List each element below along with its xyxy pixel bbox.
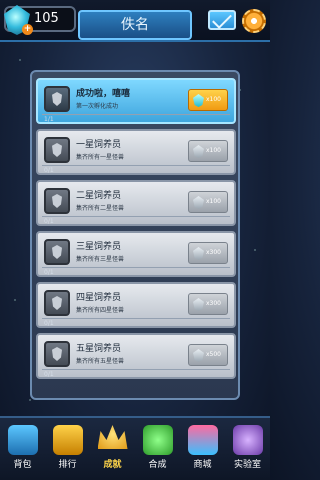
claim-reward-button[interactable]: x300 bbox=[188, 242, 228, 264]
add-gems-icon[interactable]: + bbox=[22, 24, 33, 35]
achievement-name: 三星饲养员 bbox=[76, 242, 122, 252]
badge-icon bbox=[44, 137, 70, 163]
nav-label: 背包 bbox=[13, 460, 32, 470]
achievement-desc: 集齐所有四星怪兽 bbox=[76, 307, 125, 314]
lab-icon bbox=[232, 425, 263, 455]
divider bbox=[42, 369, 230, 370]
bag-icon bbox=[7, 425, 38, 455]
achievement-item: 一星饲养员 集齐所有一星怪兽 0/1 x100 bbox=[36, 129, 236, 175]
achievement-item: 四星饲养员 集齐所有四星怪兽 0/1 x300 bbox=[36, 282, 236, 328]
divider bbox=[42, 267, 230, 268]
badge-icon bbox=[44, 290, 70, 316]
nav-label: 合成 bbox=[148, 460, 167, 470]
nav-label: 成就 bbox=[103, 460, 122, 470]
nav-label: 实验室 bbox=[233, 460, 261, 470]
gem-icon bbox=[193, 145, 204, 158]
achievement-item: 五星饲养员 集齐所有五星怪兽 0/1 x500 bbox=[36, 333, 236, 379]
reward-amount: x300 bbox=[206, 249, 222, 256]
reward-amount: x500 bbox=[206, 351, 222, 358]
gem-icon bbox=[193, 247, 204, 260]
achievement-progress: 0/1 bbox=[44, 320, 54, 327]
nav-item[interactable]: 合成 bbox=[135, 418, 180, 480]
claim-reward-button[interactable]: x300 bbox=[188, 293, 228, 315]
nav-item[interactable]: 成就 bbox=[90, 418, 135, 480]
achievement-name: 一星饲养员 bbox=[76, 140, 122, 150]
nav-item[interactable]: 实验室 bbox=[225, 418, 270, 480]
gem-count: 105 bbox=[34, 11, 59, 26]
achievement-item: 成功啦，嘻嘻 第一次孵化成功 1/1 x100 bbox=[36, 78, 236, 124]
gear-icon[interactable] bbox=[242, 9, 266, 33]
achievement-progress: 1/1 bbox=[44, 116, 54, 123]
divider bbox=[42, 318, 230, 319]
claim-reward-button[interactable]: x500 bbox=[188, 344, 228, 366]
achievement-desc: 集齐所有二星怪兽 bbox=[76, 205, 125, 212]
trophy-icon bbox=[52, 425, 83, 455]
reward-amount: x100 bbox=[206, 198, 222, 205]
bottom-nav: 背包 排行 成就 合成 商城 实验室 bbox=[0, 416, 270, 480]
divider bbox=[42, 216, 230, 217]
crown-icon bbox=[97, 425, 128, 449]
gem-icon bbox=[193, 298, 204, 311]
nav-label: 排行 bbox=[58, 460, 77, 470]
achievement-desc: 集齐所有三星怪兽 bbox=[76, 256, 125, 263]
achievement-progress: 0/1 bbox=[44, 167, 54, 174]
page-title-plate: 佚名 bbox=[78, 10, 192, 40]
gem-icon bbox=[193, 349, 204, 362]
claim-reward-button[interactable]: x100 bbox=[188, 191, 228, 213]
achievement-desc: 第一次孵化成功 bbox=[76, 103, 119, 110]
mail-icon[interactable] bbox=[208, 10, 236, 30]
shop-icon bbox=[187, 425, 218, 455]
achievement-progress: 0/1 bbox=[44, 371, 54, 378]
achievement-progress: 0/1 bbox=[44, 218, 54, 225]
achievement-desc: 集齐所有一星怪兽 bbox=[76, 154, 125, 161]
achievement-item: 二星饲养员 集齐所有二星怪兽 0/1 x100 bbox=[36, 180, 236, 226]
reward-amount: x100 bbox=[206, 96, 222, 103]
reward-amount: x300 bbox=[206, 300, 222, 307]
reward-amount: x100 bbox=[206, 147, 222, 154]
gem-counter[interactable]: + 105 bbox=[4, 5, 76, 35]
potion-icon bbox=[142, 425, 173, 455]
achievement-name: 成功啦，嘻嘻 bbox=[76, 89, 131, 99]
badge-icon bbox=[44, 239, 70, 265]
achievement-list[interactable]: 成功啦，嘻嘻 第一次孵化成功 1/1 x100 一星饲养员 集齐所有一星怪兽 0… bbox=[36, 78, 236, 384]
divider bbox=[42, 114, 230, 115]
claim-reward-button[interactable]: x100 bbox=[188, 140, 228, 162]
achievement-progress: 0/1 bbox=[44, 269, 54, 276]
achievement-desc: 集齐所有五星怪兽 bbox=[76, 358, 125, 365]
top-bar: + 105 佚名 bbox=[0, 0, 270, 42]
achievement-name: 二星饲养员 bbox=[76, 191, 122, 201]
divider bbox=[42, 165, 230, 166]
page-title: 佚名 bbox=[121, 17, 149, 33]
nav-label: 商城 bbox=[193, 460, 212, 470]
badge-icon bbox=[44, 341, 70, 367]
achievement-item: 三星饲养员 集齐所有三星怪兽 0/1 x300 bbox=[36, 231, 236, 277]
badge-icon bbox=[44, 86, 70, 112]
claim-reward-button[interactable]: x100 bbox=[188, 89, 228, 111]
gem-icon bbox=[193, 196, 204, 209]
nav-item[interactable]: 排行 bbox=[45, 418, 90, 480]
nav-item[interactable]: 商城 bbox=[180, 418, 225, 480]
achievement-name: 四星饲养员 bbox=[76, 293, 122, 303]
badge-icon bbox=[44, 188, 70, 214]
nav-item[interactable]: 背包 bbox=[0, 418, 45, 480]
achievement-panel[interactable]: 成功啦，嘻嘻 第一次孵化成功 1/1 x100 一星饲养员 集齐所有一星怪兽 0… bbox=[30, 70, 240, 400]
gem-icon bbox=[193, 94, 204, 107]
achievement-name: 五星饲养员 bbox=[76, 344, 122, 354]
